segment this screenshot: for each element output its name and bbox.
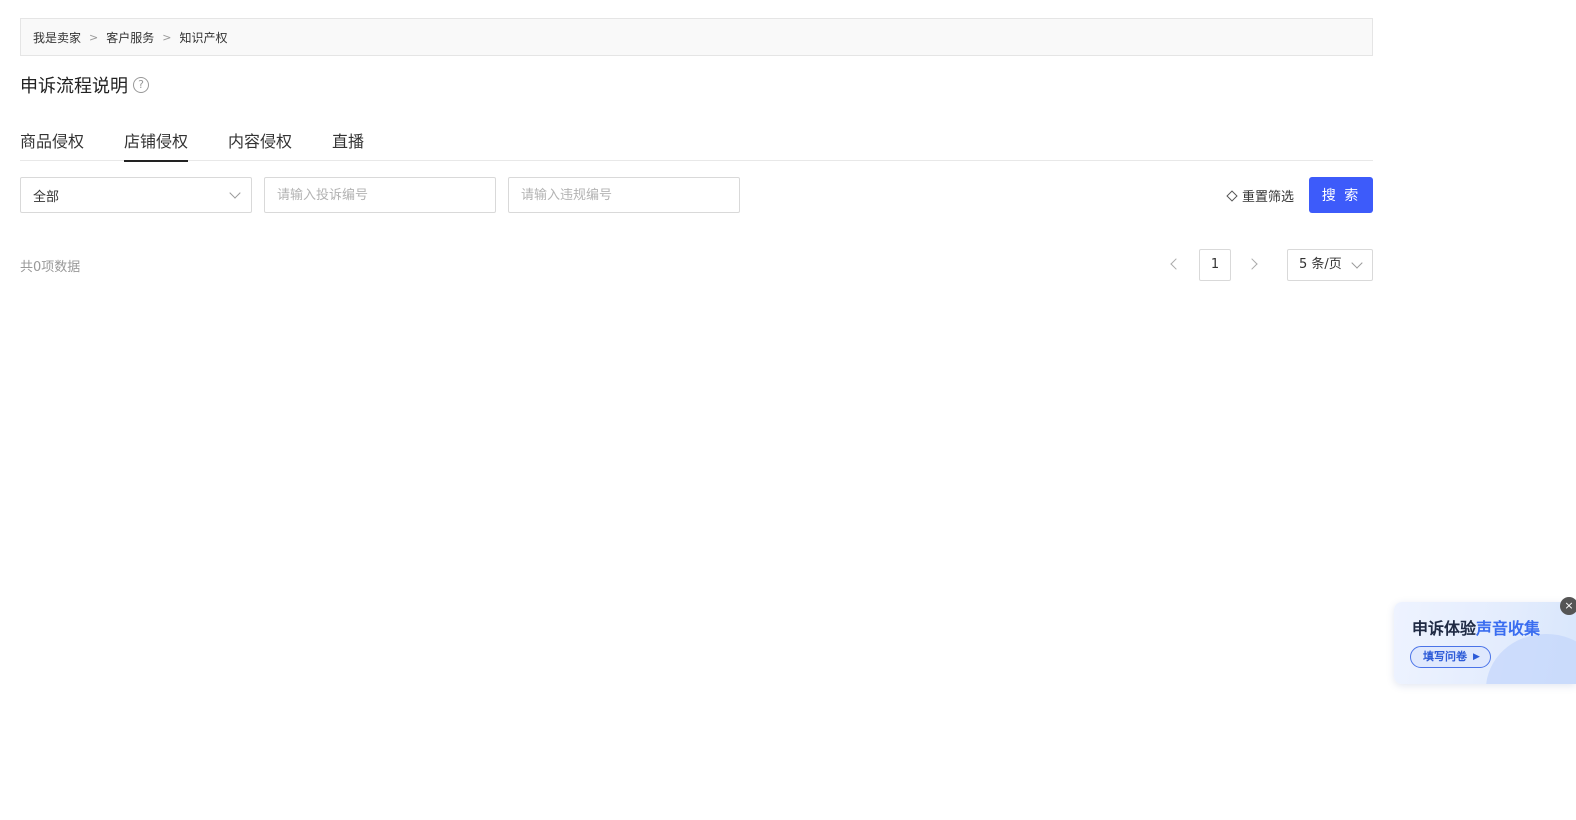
feedback-survey-widget[interactable]: 申诉体验声音收集 填写问卷 ▶ — [1394, 602, 1576, 684]
tab-store-infringement[interactable]: 店铺侵权 — [124, 118, 189, 162]
search-button[interactable]: 搜 索 — [1309, 177, 1373, 213]
close-icon[interactable]: × — [1560, 597, 1576, 615]
eraser-icon — [1226, 189, 1238, 202]
page-title-text: 申诉流程说明 — [20, 76, 128, 97]
page-number-current[interactable]: 1 — [1199, 249, 1231, 281]
fill-survey-label: 填写问卷 — [1423, 650, 1467, 663]
decorative-bubble — [1486, 634, 1576, 684]
breadcrumb-item-seller[interactable]: 我是卖家 — [33, 29, 81, 46]
complaint-number-input[interactable] — [264, 177, 496, 213]
page-size-select[interactable]: 5 条/页 — [1287, 249, 1373, 281]
reset-filter-label: 重置筛选 — [1242, 190, 1295, 205]
breadcrumb-separator: > — [162, 30, 172, 44]
tab-product-infringement[interactable]: 商品侵权 — [20, 118, 84, 161]
fill-survey-button[interactable]: 填写问卷 ▶ — [1410, 646, 1491, 668]
chevron-down-icon — [229, 187, 241, 199]
page-size-value: 5 条/页 — [1299, 257, 1342, 272]
play-icon: ▶ — [1473, 652, 1480, 662]
reset-filter-button[interactable]: 重置筛选 — [1226, 186, 1295, 205]
feedback-title-part2: 声音收集 — [1476, 619, 1541, 638]
status-select[interactable]: 全部 — [20, 177, 252, 213]
chevron-right-icon — [1246, 258, 1258, 270]
next-page-button[interactable] — [1240, 249, 1270, 281]
prev-page-button[interactable] — [1160, 249, 1190, 281]
breadcrumb-separator: > — [89, 30, 99, 44]
violation-number-input[interactable] — [508, 177, 740, 213]
feedback-title-part1: 申诉体验 — [1412, 619, 1477, 638]
breadcrumb-item-ip: 知识产权 — [179, 30, 228, 45]
status-select-value: 全部 — [33, 189, 60, 205]
tab-live-stream[interactable]: 直播 — [332, 118, 364, 161]
chevron-left-icon — [1170, 258, 1182, 270]
tab-bar: 商品侵权 店铺侵权 内容侵权 直播 — [20, 118, 1373, 162]
feedback-title: 申诉体验声音收集 — [1412, 615, 1540, 639]
tab-content-infringement[interactable]: 内容侵权 — [228, 118, 292, 161]
chevron-down-icon — [1351, 257, 1363, 269]
breadcrumb: 我是卖家 > 客户服务 > 知识产权 — [20, 18, 1373, 56]
breadcrumb-item-customer-service[interactable]: 客户服务 — [106, 29, 154, 46]
question-circle-icon[interactable]: ? — [133, 77, 149, 93]
page-title: 申诉流程说明 ? — [20, 72, 149, 98]
total-count: 共0项数据 — [20, 260, 81, 275]
